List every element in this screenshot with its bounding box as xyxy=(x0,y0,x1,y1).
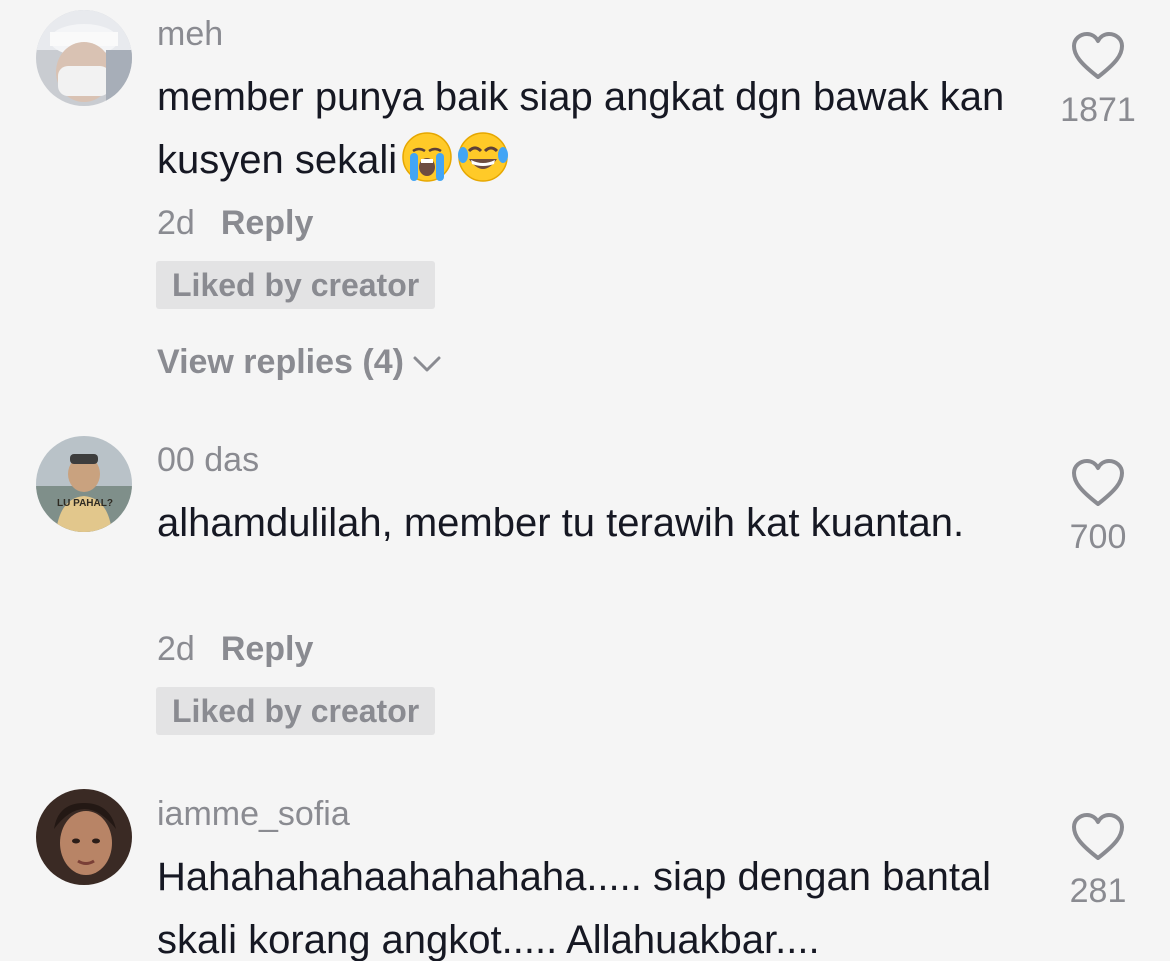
like-button[interactable]: 1871 xyxy=(1056,30,1140,130)
avatar[interactable]: LU PAHAL? xyxy=(36,436,132,532)
comment-time: 2d xyxy=(157,630,195,668)
avatar[interactable] xyxy=(36,10,132,106)
reply-button[interactable]: Reply xyxy=(221,204,314,242)
heart-icon xyxy=(1072,32,1124,79)
comment-text: member punya baik siap angkat dgn bawak … xyxy=(157,66,1017,192)
view-replies-label: View replies (4) xyxy=(157,343,404,381)
comment-text: alhamdulilah, member tu terawih kat kuan… xyxy=(157,501,965,545)
liked-by-creator-badge: Liked by creator xyxy=(156,261,436,309)
comment-meta: 2d Reply xyxy=(157,204,313,243)
heart-icon xyxy=(1072,459,1124,506)
comment-username[interactable]: 00 das xyxy=(157,441,259,480)
crying-face-emoji xyxy=(402,132,452,182)
comment-username[interactable]: meh xyxy=(157,15,223,54)
liked-by-creator-badge: Liked by creator xyxy=(156,687,436,735)
avatar-caption: LU PAHAL? xyxy=(57,498,113,509)
view-replies-button[interactable]: View replies (4) xyxy=(157,343,442,382)
like-button[interactable]: 700 xyxy=(1056,457,1140,557)
like-button[interactable]: 281 xyxy=(1056,811,1140,911)
like-count: 1871 xyxy=(1060,91,1136,129)
reply-button[interactable]: Reply xyxy=(221,630,314,668)
comment-text-body: member punya baik siap angkat dgn bawak … xyxy=(157,75,1005,182)
like-count: 281 xyxy=(1069,872,1127,910)
comment-text: Hahahahahaahahahaha..... siap dengan ban… xyxy=(157,855,992,961)
comment-meta: 2d Reply xyxy=(157,630,313,669)
chevron-down-icon xyxy=(413,356,441,372)
heart-icon xyxy=(1072,813,1124,860)
comments-list: meh member punya baik siap angkat dgn ba… xyxy=(0,0,1170,961)
tears-of-joy-emoji xyxy=(458,132,509,182)
like-count: 700 xyxy=(1069,518,1127,556)
avatar[interactable] xyxy=(36,789,132,885)
comment-username[interactable]: iamme_sofia xyxy=(157,795,350,834)
comment-time: 2d xyxy=(157,204,195,242)
